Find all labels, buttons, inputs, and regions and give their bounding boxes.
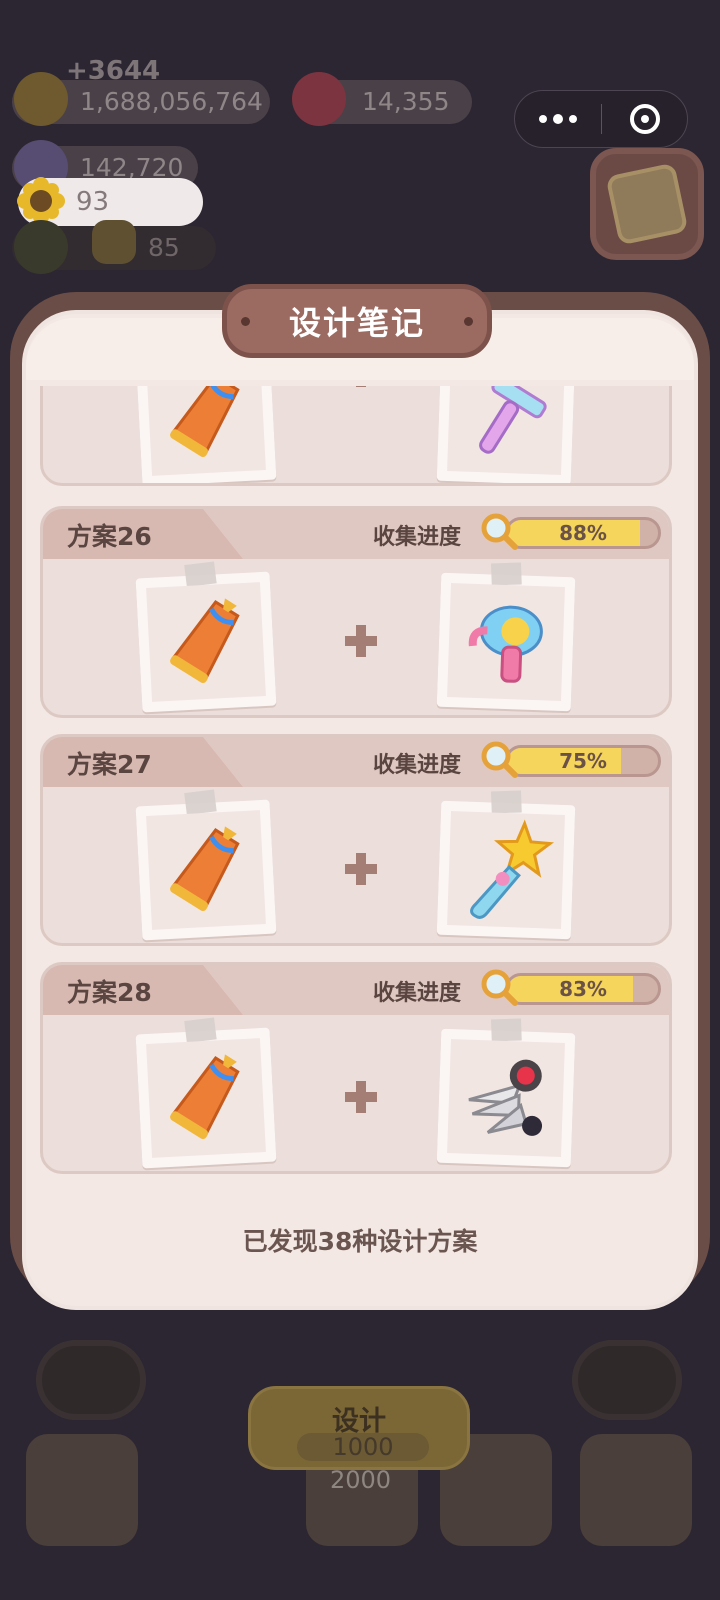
strawberry-value: 14,355 — [362, 87, 450, 116]
pet-icon — [92, 220, 136, 264]
item-card — [436, 790, 576, 940]
lantern-wand-icon — [170, 386, 240, 457]
item-card — [135, 386, 277, 483]
miniprogram-capsule — [514, 90, 688, 148]
scheme-card-partial — [40, 386, 672, 486]
back-arrow-button[interactable] — [26, 1434, 138, 1546]
helmet-slot-button[interactable] — [580, 1434, 692, 1546]
progress-text: 83% — [559, 977, 607, 1001]
target-circle-icon[interactable] — [602, 91, 687, 147]
scheme-name: 方案26 — [67, 522, 152, 551]
notebook-icon — [605, 162, 689, 246]
more-dots-icon[interactable] — [515, 91, 601, 147]
scheme-header: 方案28 收集进度 83% — [43, 965, 669, 1015]
float-gain-text: +3644 — [66, 56, 161, 86]
cart-wheel-right — [572, 1340, 682, 1420]
leaf-icon — [14, 220, 68, 274]
scheme-card[interactable]: 方案27 收集进度 75% — [40, 734, 672, 946]
discovered-schemes-text: 已发现38种设计方案 — [242, 1227, 478, 1256]
bubble-gun-icon — [468, 605, 543, 683]
item-card — [436, 386, 576, 483]
pet-value: 85 — [148, 233, 180, 262]
scheme-header: 方案26 收集进度 88% — [43, 509, 669, 559]
plus-icon — [345, 1081, 377, 1113]
scheme-card[interactable]: 方案26 收集进度 88% — [40, 506, 672, 718]
strawberry-icon — [292, 72, 346, 126]
magnifier-icon — [481, 741, 518, 778]
modal-title: 设计笔记 — [288, 304, 425, 342]
item-card — [135, 561, 277, 713]
plus-icon — [356, 386, 366, 387]
item-card — [135, 789, 277, 941]
lantern-wand-icon — [170, 1054, 240, 1139]
scheme-card[interactable]: 方案28 收集进度 83% — [40, 962, 672, 1174]
magnifier-icon — [481, 969, 518, 1006]
magnifier-icon — [481, 513, 518, 550]
scissors-fan-icon — [468, 1059, 543, 1136]
progress-bar: 75% — [505, 745, 661, 777]
progress-bar: 83% — [505, 973, 661, 1005]
cart-wheel-left — [36, 1340, 146, 1420]
progress-label: 收集进度 — [373, 753, 462, 778]
progress-label: 收集进度 — [373, 525, 462, 550]
plus-icon — [345, 625, 377, 657]
scheme-list[interactable]: 方案26 收集进度 88% 方案27 收集进度 75% 方案28 收集进度 83… — [30, 386, 690, 1204]
slot-price: 2000 — [330, 1466, 392, 1494]
item-card — [135, 1017, 277, 1169]
scheme-name: 方案27 — [67, 750, 152, 779]
design-notebook-button[interactable] — [590, 148, 704, 260]
design-cost: 1000 — [297, 1433, 429, 1461]
progress-label: 收集进度 — [373, 981, 462, 1006]
lantern-wand-icon — [170, 826, 240, 911]
progress-bar: 88% — [505, 517, 661, 549]
progress-text: 88% — [559, 521, 607, 545]
cookie-value: 1,688,056,764 — [80, 87, 263, 116]
item-card — [436, 562, 576, 712]
scheme-name: 方案28 — [67, 978, 152, 1007]
star-wand-icon — [470, 819, 555, 919]
modal-title-plate: 设计笔记 — [222, 284, 492, 358]
progress-text: 75% — [559, 749, 607, 773]
plus-icon — [345, 853, 377, 885]
item-card — [436, 1018, 576, 1168]
flower-value: 93 — [76, 187, 110, 217]
cookie-icon — [14, 72, 68, 126]
scheme-header: 方案27 收集进度 75% — [43, 737, 669, 787]
design-button[interactable]: 设计 1000 — [248, 1386, 470, 1470]
lantern-wand-icon — [170, 598, 240, 683]
razor-icon — [479, 386, 547, 454]
